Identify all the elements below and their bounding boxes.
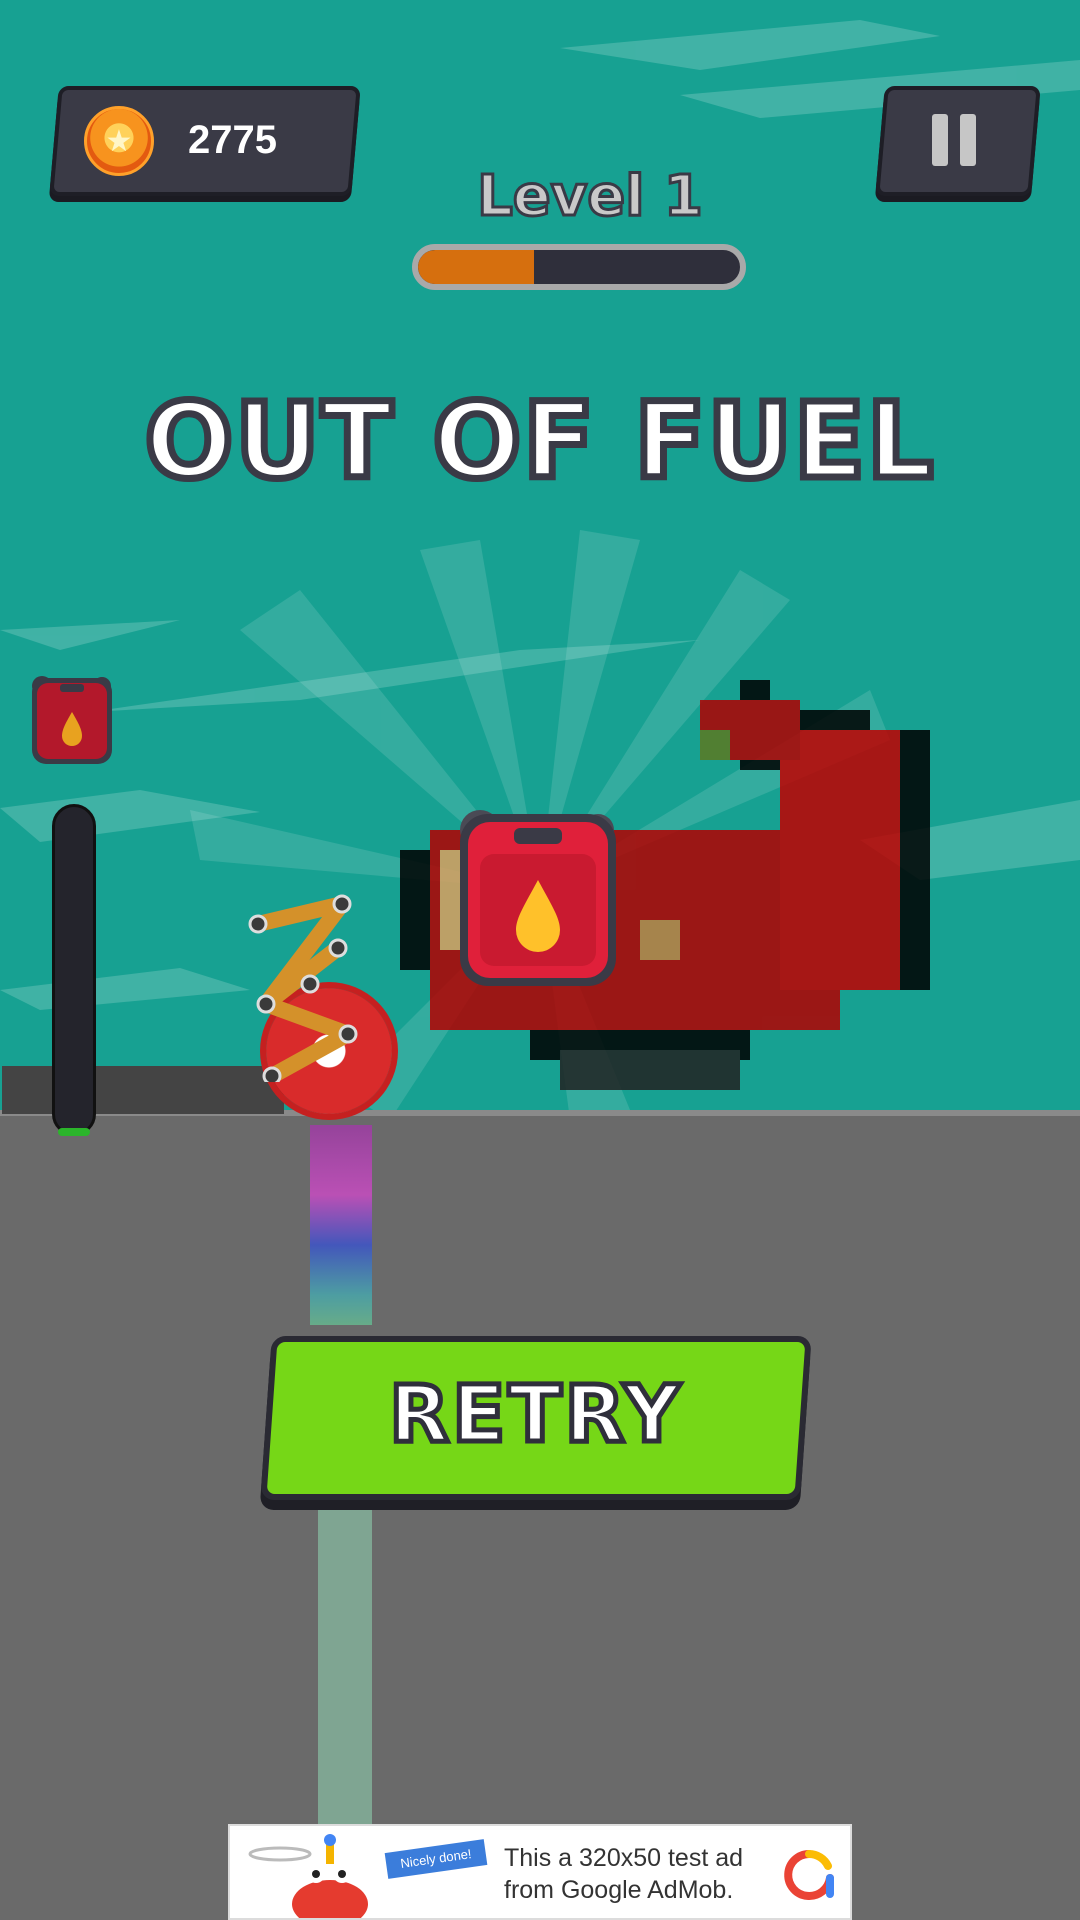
fuel-gauge <box>52 804 96 1136</box>
ad-mascot-icon <box>248 1834 368 1918</box>
fuel-can-small-icon <box>32 676 112 764</box>
level-progress-fill <box>418 250 534 284</box>
fuel-gauge-base <box>58 1128 90 1136</box>
retry-button[interactable]: RETRY <box>260 1336 812 1500</box>
fuel-trail <box>310 1125 372 1325</box>
pause-bar-right <box>960 114 976 166</box>
retry-label: RETRY <box>387 1368 683 1463</box>
ad-banner[interactable]: Nicely done! This a 320x50 test ad from … <box>228 1824 852 1920</box>
pause-icon <box>898 100 1010 180</box>
out-of-fuel-title: OUT OF FUEL <box>141 377 936 506</box>
level-progress-bar <box>412 244 746 290</box>
coin-count: 2775 <box>188 118 277 162</box>
fuel-trail-lower <box>318 1500 372 1824</box>
admob-logo-icon <box>784 1849 834 1900</box>
ad-text: This a 320x50 test ad from Google AdMob. <box>504 1844 744 1904</box>
coin-star-icon: ★ <box>84 106 154 176</box>
pause-button[interactable] <box>898 100 1010 180</box>
pause-bar-left <box>932 114 948 166</box>
level-label: Level 1 <box>476 163 705 231</box>
ad-badge: Nicely done! <box>384 1839 488 1879</box>
ground <box>0 1113 1080 1920</box>
scissor-arm <box>248 894 358 1082</box>
fuel-can-icon <box>460 810 616 986</box>
